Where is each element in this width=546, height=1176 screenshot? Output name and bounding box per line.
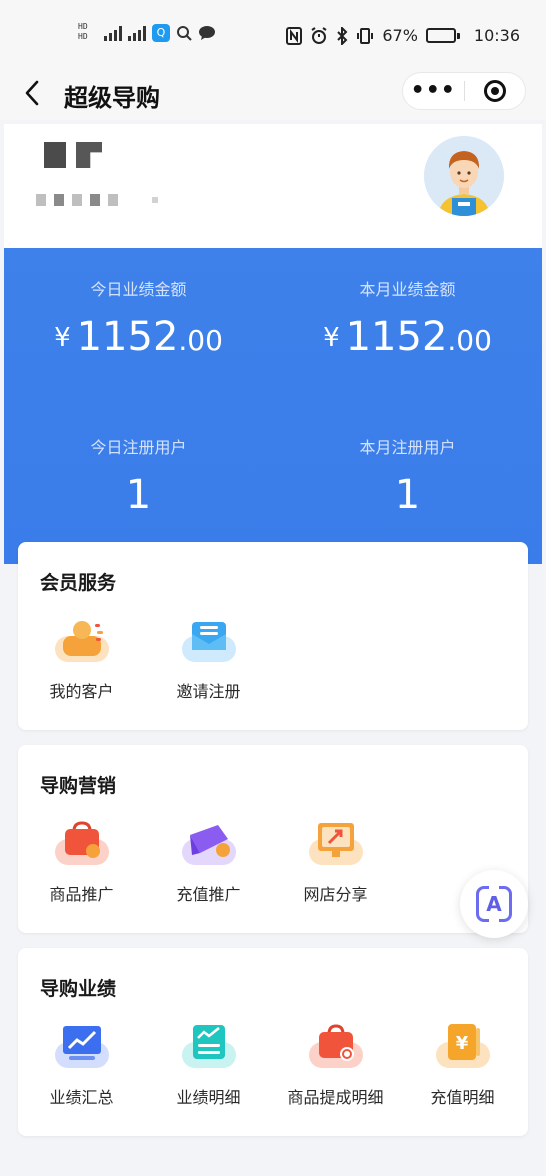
floating-translate-button[interactable]: A [460, 870, 528, 938]
menu-item-label: 业绩汇总 [49, 1088, 114, 1107]
menu-item-performance-detail[interactable]: 业绩明细 [145, 1020, 272, 1108]
nfc-icon [286, 26, 303, 45]
marketing-items: 商品推广 充值推广 网店分享 [18, 817, 528, 905]
stats-panel: 今日业绩金额 ¥1152.00 本月业绩金额 ¥1152.00 今日注册用户 1… [4, 248, 542, 564]
today-users-stat: 今日注册用户 1 [4, 434, 273, 518]
clock: 10:36 [473, 26, 520, 45]
performance-title: 导购业绩 [40, 978, 117, 1000]
member-service-items: 我的客户 邀请注册 [18, 614, 528, 702]
member-service-title: 会员服务 [40, 572, 117, 594]
today-amount-value: ¥1152.00 [54, 314, 223, 360]
menu-item-recharge-promotion[interactable]: 充值推广 [145, 817, 272, 905]
menu-item-label: 商品提成明细 [287, 1088, 384, 1107]
menu-item-commission-detail[interactable]: 商品提成明细 [272, 1020, 399, 1108]
month-users-stat: 本月注册用户 1 [273, 434, 542, 518]
menu-item-my-customers[interactable]: 我的客户 [18, 614, 145, 702]
recharge-detail-icon: ¥ [432, 1020, 494, 1072]
store-screen-icon [305, 817, 367, 869]
chart-summary-icon [51, 1020, 113, 1072]
menu-item-recharge-detail[interactable]: ¥ 充值明细 [399, 1020, 526, 1108]
commission-bag-icon [305, 1020, 367, 1072]
status-right-icons: 67% 10:36 [286, 26, 520, 45]
vibrate-icon [357, 27, 374, 44]
menu-item-label: 充值推广 [176, 885, 241, 904]
battery-icon [425, 28, 460, 43]
search-notification-icon [177, 26, 192, 41]
chart-detail-icon [178, 1020, 240, 1072]
today-users-label: 今日注册用户 [90, 438, 187, 457]
menu-item-label: 商品推广 [49, 885, 114, 904]
status-bar: HD HD Q 67% 10:36 [0, 0, 546, 72]
bluetooth-icon [337, 26, 348, 45]
signal-icon-2 [128, 25, 146, 41]
performance-card: 导购业绩 业绩汇总 业绩明细 商品提成明细 ¥ 充值明细 [18, 948, 528, 1136]
user-subtitle-blurred [36, 194, 158, 206]
avatar-person-icon [424, 136, 504, 216]
menu-item-performance-summary[interactable]: 业绩汇总 [18, 1020, 145, 1108]
mini-program-capsule: ••• [402, 72, 526, 110]
member-service-card: 会员服务 我的客户 邀请注册 [18, 542, 528, 730]
month-users-label: 本月注册用户 [359, 438, 456, 457]
today-amount-stat: 今日业绩金额 ¥1152.00 [4, 276, 273, 360]
menu-item-label: 邀请注册 [176, 682, 241, 701]
bag-icon [51, 817, 113, 869]
invite-icon [178, 614, 240, 666]
menu-item-store-share[interactable]: 网店分享 [272, 817, 399, 905]
menu-item-label: 充值明细 [430, 1088, 495, 1107]
alarm-icon [311, 26, 327, 44]
page-title: 超级导购 [64, 84, 160, 112]
marketing-card: 导购营销 商品推广 充值推广 网店分享 [18, 745, 528, 933]
more-dots-icon[interactable]: ••• [403, 80, 464, 102]
svg-text:¥: ¥ [455, 1033, 468, 1054]
signal-icon [104, 25, 122, 41]
menu-item-product-promotion[interactable]: 商品推广 [18, 817, 145, 905]
battery-percent: 67% [382, 26, 418, 45]
performance-items: 业绩汇总 业绩明细 商品提成明细 ¥ 充值明细 [18, 1020, 528, 1108]
menu-item-label: 业绩明细 [176, 1088, 241, 1107]
navigation-bar: 超级导购 ••• [0, 72, 546, 120]
user-name-blurred [44, 142, 102, 168]
menu-item-label: 网店分享 [303, 885, 368, 904]
avatar[interactable] [424, 136, 504, 216]
menu-item-invite-register[interactable]: 邀请注册 [145, 614, 272, 702]
chevron-left-icon[interactable] [24, 80, 40, 113]
customer-icon [51, 614, 113, 666]
today-amount-label: 今日业绩金额 [90, 280, 187, 299]
month-amount-stat: 本月业绩金额 ¥1152.00 [273, 276, 542, 360]
menu-item-label: 我的客户 [49, 682, 114, 701]
today-users-value: 1 [125, 472, 152, 518]
month-amount-value: ¥1152.00 [323, 314, 492, 360]
translate-icon: A [476, 885, 512, 923]
marketing-title: 导购营销 [40, 775, 117, 797]
profile-header [4, 124, 542, 248]
month-users-value: 1 [394, 472, 421, 518]
app-notification-icon: Q [152, 24, 170, 42]
chat-bubble-icon [199, 26, 215, 40]
target-icon[interactable] [464, 80, 525, 102]
status-left-icons: HD HD Q [78, 22, 216, 44]
hd-icon: HD HD [78, 22, 88, 41]
month-amount-label: 本月业绩金额 [359, 280, 456, 299]
recharge-icon [178, 817, 240, 869]
